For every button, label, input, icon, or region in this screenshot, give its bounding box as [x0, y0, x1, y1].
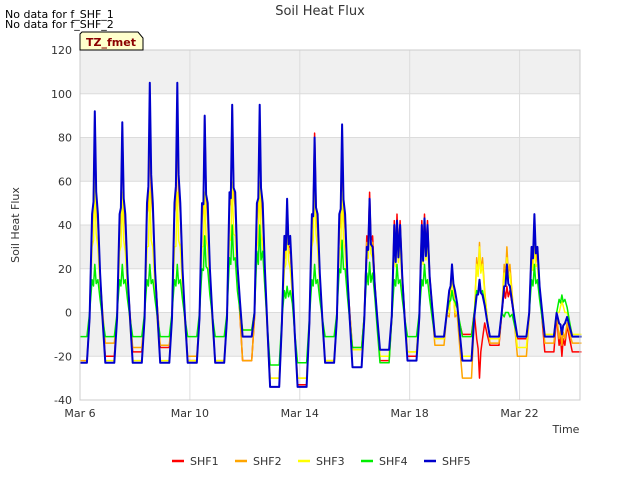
- x-tick-label: Mar 10: [171, 407, 209, 420]
- legend: SHF1 SHF2 SHF3 SHF4 SHF5: [172, 455, 471, 468]
- y-tick-label: -40: [54, 394, 72, 407]
- chart-title: Soil Heat Flux: [275, 4, 365, 19]
- legend-label-shf1: SHF1: [190, 455, 219, 468]
- legend-label-shf2: SHF2: [253, 455, 282, 468]
- x-tick-label: Mar 14: [281, 407, 319, 420]
- legend-label-shf3: SHF3: [316, 455, 345, 468]
- y-tick-label: 120: [51, 44, 72, 57]
- grid-band: [80, 312, 580, 357]
- x-tick-label: Mar 18: [391, 407, 429, 420]
- x-axis-label: Time: [552, 423, 580, 436]
- y-tick-label: 100: [51, 88, 72, 101]
- y-tick-label: -20: [54, 350, 72, 363]
- x-tick-label: Mar 22: [500, 407, 538, 420]
- grid-band: [80, 137, 580, 182]
- y-tick-label: 80: [58, 132, 72, 145]
- y-tick-label: 0: [65, 307, 72, 320]
- y-tick-label: 60: [58, 175, 72, 188]
- y-tick-label: 40: [58, 219, 72, 232]
- tz-badge: TZ_fmet: [79, 31, 144, 51]
- badge-label: TZ_fmet: [86, 36, 136, 49]
- y-axis-label: Soil Heat Flux: [9, 187, 22, 263]
- y-tick-label: 20: [58, 263, 72, 276]
- soil-heat-flux-chart: Soil Heat Flux -40 -20 0 20 40 60 80 100 120 Mar …: [9, 4, 582, 468]
- x-tick-label: Mar 6: [64, 407, 95, 420]
- legend-label-shf4: SHF4: [379, 455, 408, 468]
- grid-band: [80, 50, 580, 94]
- legend-label-shf5: SHF5: [442, 455, 471, 468]
